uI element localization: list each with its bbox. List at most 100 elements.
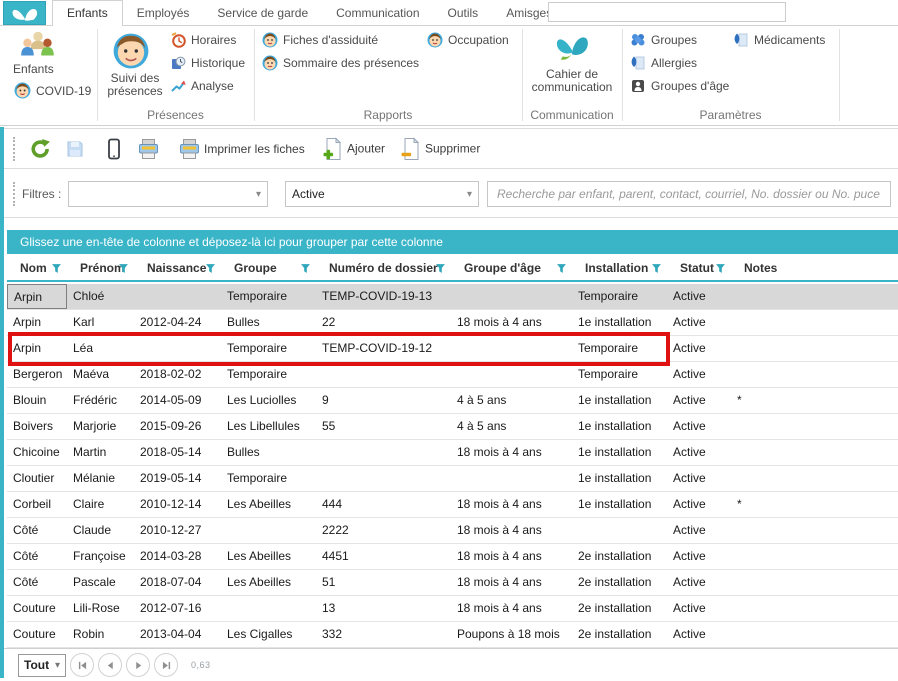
- filter-funnel-icon[interactable]: [651, 263, 662, 274]
- column-header-num-ro-de-dossier[interactable]: Numéro de dossier: [316, 256, 451, 280]
- cell-notes[interactable]: *: [731, 492, 898, 517]
- cell-naissance[interactable]: [134, 336, 221, 361]
- cell-groupe[interactable]: Les Abeilles: [221, 570, 316, 595]
- cell-statut[interactable]: Active: [667, 596, 731, 621]
- cell-notes[interactable]: [731, 622, 898, 647]
- cell-pr-nom[interactable]: Robin: [67, 622, 134, 647]
- cell-groupe[interactable]: Temporaire: [221, 284, 316, 309]
- tab-service-de-garde[interactable]: Service de garde: [203, 1, 322, 26]
- filter-funnel-icon[interactable]: [715, 263, 726, 274]
- cell-installation[interactable]: 2e installation: [572, 596, 667, 621]
- cell-nom[interactable]: Arpin: [7, 310, 67, 335]
- column-header-statut[interactable]: Statut: [667, 256, 731, 280]
- cell-notes[interactable]: [731, 570, 898, 595]
- filter-funnel-icon[interactable]: [556, 263, 567, 274]
- cell-groupe-d-ge[interactable]: Poupons à 18 mois: [451, 622, 572, 647]
- save-button[interactable]: [65, 139, 85, 159]
- cell-naissance[interactable]: 2010-12-27: [134, 518, 221, 543]
- table-row[interactable]: Côté Pascale 2018-07-04 Les Abeilles 51 18 mo…: [7, 570, 898, 596]
- filter-funnel-icon[interactable]: [435, 263, 446, 274]
- cell-naissance[interactable]: 2012-04-24: [134, 310, 221, 335]
- cell-notes[interactable]: [731, 596, 898, 621]
- cell-notes[interactable]: [731, 414, 898, 439]
- cell-pr-nom[interactable]: Maéva: [67, 362, 134, 387]
- horaires-button[interactable]: Horaires: [170, 32, 236, 48]
- table-row[interactable]: Couture Robin 2013-04-04 Les Cigalles 332 Pou…: [7, 622, 898, 648]
- table-row[interactable]: Blouin Frédéric 2014-05-09 Les Luciolles 9 4 …: [7, 388, 898, 414]
- last-page-button[interactable]: [154, 653, 178, 677]
- column-header-nom[interactable]: Nom: [7, 256, 67, 280]
- cell-pr-nom[interactable]: Léa: [67, 336, 134, 361]
- cell-installation[interactable]: 2e installation: [572, 622, 667, 647]
- cell-naissance[interactable]: 2014-05-09: [134, 388, 221, 413]
- refresh-button[interactable]: [30, 138, 51, 159]
- cell-pr-nom[interactable]: Martin: [67, 440, 134, 465]
- table-row[interactable]: Couture Lili-Rose 2012-07-16 13 18 mois à 4 …: [7, 596, 898, 622]
- cell-groupe-d-ge[interactable]: 18 mois à 4 ans: [451, 440, 572, 465]
- cell-nom[interactable]: Cloutier: [7, 466, 67, 491]
- cell-num-ro-de-dossier[interactable]: 9: [316, 388, 451, 413]
- cell-naissance[interactable]: 2014-03-28: [134, 544, 221, 569]
- cell-naissance[interactable]: 2012-07-16: [134, 596, 221, 621]
- cell-groupe[interactable]: [221, 596, 316, 621]
- groupes-button[interactable]: Groupes: [630, 32, 697, 48]
- cell-installation[interactable]: 1e installation: [572, 310, 667, 335]
- table-row[interactable]: Arpin Chloé Temporaire TEMP-COVID-19-13 Temp…: [7, 284, 898, 310]
- cell-statut[interactable]: Active: [667, 622, 731, 647]
- cell-groupe[interactable]: [221, 518, 316, 543]
- cell-statut[interactable]: Active: [667, 440, 731, 465]
- table-row[interactable]: Chicoine Martin 2018-05-14 Bulles 18 mois à …: [7, 440, 898, 466]
- cell-num-ro-de-dossier[interactable]: 444: [316, 492, 451, 517]
- cell-groupe-d-ge[interactable]: 18 mois à 4 ans: [451, 570, 572, 595]
- cell-statut[interactable]: Active: [667, 336, 731, 361]
- cell-pr-nom[interactable]: Frédéric: [67, 388, 134, 413]
- filter-funnel-icon[interactable]: [118, 263, 129, 274]
- cell-pr-nom[interactable]: Françoise: [67, 544, 134, 569]
- cell-statut[interactable]: Active: [667, 570, 731, 595]
- table-row[interactable]: Cloutier Mélanie 2019-05-14 Temporaire 1e in…: [7, 466, 898, 492]
- tab-enfants[interactable]: Enfants: [52, 0, 123, 26]
- cell-groupe[interactable]: Les Cigalles: [221, 622, 316, 647]
- suivi-presences-button[interactable]: [112, 32, 150, 70]
- cell-installation[interactable]: 1e installation: [572, 440, 667, 465]
- page-size-select[interactable]: Tout ▾: [18, 653, 66, 677]
- cell-installation[interactable]: Temporaire: [572, 336, 667, 361]
- mobile-button[interactable]: [104, 138, 124, 160]
- cell-statut[interactable]: Active: [667, 388, 731, 413]
- app-logo[interactable]: [3, 1, 46, 25]
- table-row[interactable]: Côté Françoise 2014-03-28 Les Abeilles 4451 1…: [7, 544, 898, 570]
- cell-statut[interactable]: Active: [667, 310, 731, 335]
- cell-pr-nom[interactable]: Chloé: [67, 284, 134, 309]
- cell-nom[interactable]: Chicoine: [7, 440, 67, 465]
- delete-button[interactable]: Supprimer: [400, 137, 480, 160]
- group-by-bar[interactable]: Glissez une en-tête de colonne et dépose…: [7, 230, 898, 254]
- cell-statut[interactable]: Active: [667, 492, 731, 517]
- add-button[interactable]: Ajouter: [322, 137, 385, 160]
- column-header-pr-nom[interactable]: Prénom: [67, 256, 134, 280]
- groupes-age-button[interactable]: Groupes d'âge: [630, 78, 729, 94]
- cell-nom[interactable]: Côté: [7, 570, 67, 595]
- cell-pr-nom[interactable]: Claude: [67, 518, 134, 543]
- cell-notes[interactable]: *: [731, 388, 898, 413]
- cell-installation[interactable]: 1e installation: [572, 492, 667, 517]
- analyse-button[interactable]: Analyse: [170, 78, 234, 94]
- cell-notes[interactable]: [731, 518, 898, 543]
- occupation-button[interactable]: Occupation: [427, 32, 509, 48]
- enfants-button[interactable]: [18, 30, 58, 62]
- tab-outils[interactable]: Outils: [434, 1, 493, 26]
- cell-naissance[interactable]: 2013-04-04: [134, 622, 221, 647]
- toolbar-grip[interactable]: [13, 136, 17, 161]
- table-row[interactable]: Bergeron Maéva 2018-02-02 Temporaire Tempora…: [7, 362, 898, 388]
- cell-groupe[interactable]: Bulles: [221, 440, 316, 465]
- cell-nom[interactable]: Côté: [7, 544, 67, 569]
- cell-num-ro-de-dossier[interactable]: TEMP-COVID-19-13: [316, 284, 451, 309]
- cell-notes[interactable]: [731, 310, 898, 335]
- allergies-button[interactable]: Allergies: [630, 55, 697, 71]
- cell-pr-nom[interactable]: Mélanie: [67, 466, 134, 491]
- cell-statut[interactable]: Active: [667, 414, 731, 439]
- cell-num-ro-de-dossier[interactable]: [316, 466, 451, 491]
- column-header-groupe-d-ge[interactable]: Groupe d'âge: [451, 256, 572, 280]
- cell-notes[interactable]: [731, 284, 898, 309]
- cell-pr-nom[interactable]: Pascale: [67, 570, 134, 595]
- filterbar-grip[interactable]: [13, 182, 17, 206]
